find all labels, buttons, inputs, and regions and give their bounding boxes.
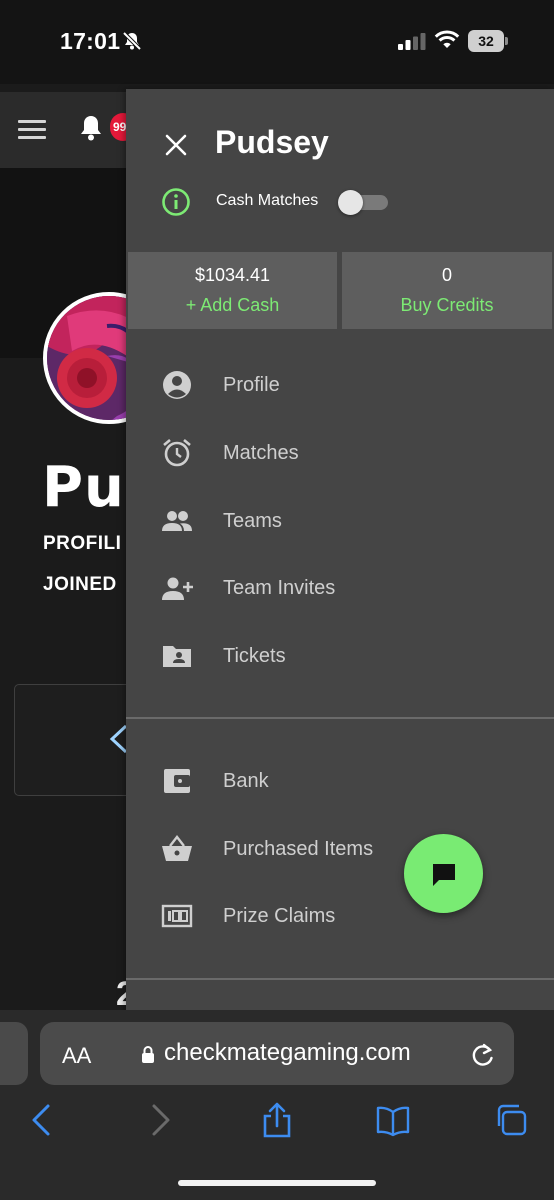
menu-item-purchased-items[interactable]: Purchased Items xyxy=(126,821,554,877)
joined-label: JOINED xyxy=(43,574,117,595)
previous-tab[interactable] xyxy=(0,1022,28,1085)
account-circle-icon xyxy=(163,371,191,399)
menu-item-team-invites[interactable]: Team Invites xyxy=(126,560,554,616)
folder-shared-icon xyxy=(163,646,191,667)
buy-credits-link[interactable]: Buy Credits xyxy=(342,295,552,316)
menu-item-tickets[interactable]: Tickets xyxy=(126,628,554,684)
menu-item-bank[interactable]: Bank xyxy=(126,753,554,809)
add-cash-link[interactable]: + Add Cash xyxy=(128,295,337,316)
chat-bubble-icon xyxy=(433,864,455,886)
credits-balance-box[interactable]: 0 Buy Credits xyxy=(342,252,552,329)
menu-label-team-invites: Team Invites xyxy=(223,577,336,599)
menu-item-prize-claims[interactable]: Prize Claims xyxy=(126,888,554,944)
status-time: 17:01 xyxy=(60,28,121,54)
menu-item-matches[interactable]: Matches xyxy=(126,425,554,481)
bookmarks-icon[interactable] xyxy=(376,1102,410,1138)
prize-100-icon xyxy=(161,904,193,928)
info-icon[interactable] xyxy=(161,187,191,217)
menu-label-matches: Matches xyxy=(223,442,299,464)
text-size-button[interactable]: AA xyxy=(62,1043,91,1069)
wallet-summary: $1034.41 + Add Cash 0 Buy Credits xyxy=(126,252,554,329)
url-text[interactable]: checkmategaming.com xyxy=(164,1039,411,1067)
menu-label-teams: Teams xyxy=(223,510,282,532)
people-icon xyxy=(162,511,192,531)
menu-label-tickets: Tickets xyxy=(223,645,286,667)
close-icon[interactable] xyxy=(164,133,188,157)
chat-button[interactable] xyxy=(404,834,483,913)
menu-divider xyxy=(126,717,554,719)
navigation-drawer: Pudsey Cash Matches $1034.41 + Add Cash … xyxy=(126,89,554,1012)
cash-matches-label: Cash Matches xyxy=(216,192,319,209)
forward-icon[interactable] xyxy=(144,1102,178,1138)
toggle-knob xyxy=(338,190,363,215)
menu-label-profile: Profile xyxy=(223,374,280,396)
lock-icon xyxy=(142,1046,154,1063)
wallet-icon xyxy=(164,769,190,793)
basket-icon xyxy=(162,835,192,861)
cellular-signal-icon xyxy=(398,33,426,50)
reload-icon[interactable] xyxy=(470,1040,496,1068)
battery-indicator: 32 xyxy=(468,30,508,52)
status-bar: 17:01 32 xyxy=(0,0,554,84)
notification-bell-icon[interactable] xyxy=(78,114,104,142)
back-icon[interactable] xyxy=(24,1102,58,1138)
profile-subtitle: PROFILI xyxy=(43,533,122,554)
hamburger-menu-icon[interactable] xyxy=(18,120,46,140)
person-add-icon xyxy=(162,577,193,600)
menu-label-prize-claims: Prize Claims xyxy=(223,905,336,927)
share-icon[interactable] xyxy=(260,1102,294,1138)
home-indicator xyxy=(178,1180,376,1186)
battery-tip xyxy=(505,37,508,45)
cash-balance: $1034.41 xyxy=(194,265,271,285)
tabs-icon[interactable] xyxy=(494,1102,528,1138)
menu-divider xyxy=(126,978,554,980)
credits-balance: 0 xyxy=(441,265,452,285)
menu-item-profile[interactable]: Profile xyxy=(126,357,554,413)
menu-label-bank: Bank xyxy=(223,770,269,792)
menu-item-teams[interactable]: Teams xyxy=(126,493,554,549)
cash-matches-toggle[interactable] xyxy=(338,190,390,215)
wifi-icon xyxy=(434,30,460,48)
cash-balance-box[interactable]: $1034.41 + Add Cash xyxy=(128,252,337,329)
drawer-username: Pudsey xyxy=(215,124,329,160)
alarm-clock-icon xyxy=(163,439,191,467)
bell-off-icon xyxy=(122,31,142,51)
battery-level: 32 xyxy=(468,30,504,52)
menu-label-purchased-items: Purchased Items xyxy=(223,838,374,860)
